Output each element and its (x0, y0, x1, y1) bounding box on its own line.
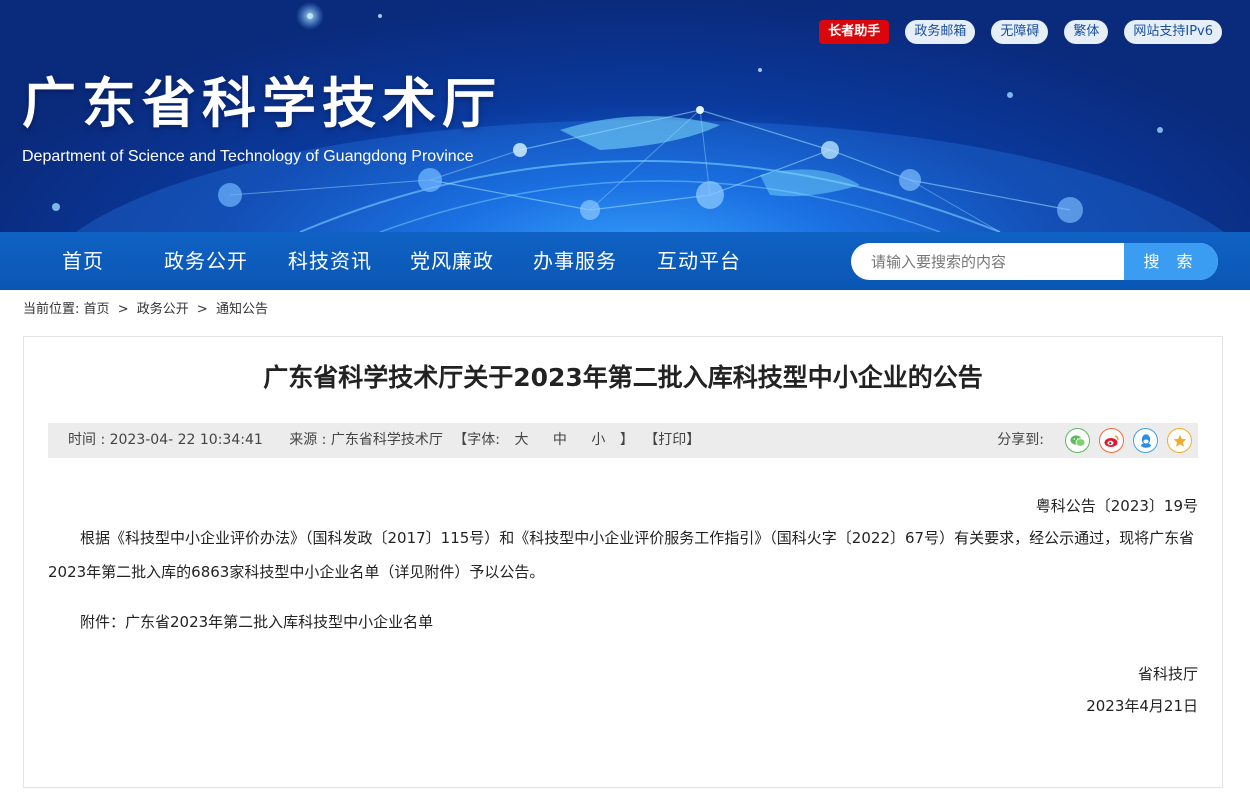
document-number: 粤科公告〔2023〕19号 (1035, 497, 1198, 515)
font-size-large[interactable]: 大 (514, 423, 528, 458)
nav-item-integrity[interactable]: 党风廉政 (410, 232, 494, 290)
accessibility-link[interactable]: 无障碍 (991, 20, 1049, 44)
article-container: 广东省科学技术厅关于2023年第二批入库科技型中小企业的公告 时间 : 2023… (23, 336, 1223, 788)
breadcrumb-home[interactable]: 首页 (84, 300, 110, 320)
font-size-label: 【字体: (453, 432, 501, 448)
issuer-signature: 省科技厅 (1137, 665, 1198, 683)
site-title[interactable]: 广东省科学技术厅 (22, 72, 502, 136)
article-paragraph: 根据《科技型中小企业评价办法》（国科发政〔2017〕115号）和《科技型中小企业… (48, 529, 1195, 581)
search-box: 搜 索 (851, 243, 1218, 280)
traditional-chinese-link[interactable]: 繁体 (1064, 20, 1109, 44)
breadcrumb: 当前位置: 首页 > 政务公开 > 通知公告 (23, 300, 268, 320)
nav-item-interaction[interactable]: 互动平台 (657, 232, 741, 290)
article-title: 广东省科学技术厅关于2023年第二批入库科技型中小企业的公告 (263, 363, 983, 392)
breadcrumb-separator: > (196, 302, 208, 317)
header-banner: 长者助手 政务邮箱 无障碍 繁体 网站支持IPv6 广东省科学技术厅 Depar… (0, 0, 1250, 232)
qq-icon[interactable] (1133, 428, 1158, 453)
search-input[interactable] (851, 243, 1124, 280)
breadcrumb-notices[interactable]: 通知公告 (216, 300, 268, 320)
weibo-icon[interactable] (1099, 428, 1124, 453)
wechat-icon[interactable] (1065, 428, 1090, 453)
nav-item-tech-news[interactable]: 科技资讯 (288, 232, 372, 290)
font-size-close: 】 (619, 432, 634, 448)
favorite-icon[interactable] (1167, 428, 1192, 453)
site-subtitle: Department of Science and Technology of … (22, 148, 474, 165)
font-size-medium[interactable]: 中 (553, 423, 567, 458)
ipv6-support-link[interactable]: 网站支持IPv6 (1124, 20, 1222, 44)
gov-mailbox-link[interactable]: 政务邮箱 (905, 20, 976, 44)
nav-item-home[interactable]: 首页 (62, 232, 104, 290)
breadcrumb-prefix: 当前位置: (23, 302, 80, 317)
breadcrumb-separator: > (117, 302, 129, 317)
print-link[interactable]: 【打印】 (644, 423, 700, 458)
nav-item-services[interactable]: 办事服务 (533, 232, 617, 290)
font-size-small[interactable]: 小 (591, 423, 605, 458)
article-meta-bar: 时间 : 2023-04- 22 10:34:41 来源 : 广东省科学技术厅 … (48, 423, 1198, 458)
breadcrumb-government-affairs[interactable]: 政务公开 (137, 300, 189, 320)
issue-date: 2023年4月21日 (1086, 697, 1198, 715)
top-links: 长者助手 政务邮箱 无障碍 繁体 网站支持IPv6 (819, 20, 1222, 44)
article-attachment[interactable]: 附件：广东省2023年第二批入库科技型中小企业名单 (48, 605, 1198, 639)
article-source: 来源 : 广东省科学技术厅 (289, 432, 443, 448)
share-label: 分享到: (997, 432, 1044, 448)
search-button[interactable]: 搜 索 (1124, 243, 1218, 280)
nav-item-government-affairs[interactable]: 政务公开 (164, 232, 248, 290)
publish-time: 时间 : 2023-04- 22 10:34:41 (68, 432, 263, 448)
elder-helper-link[interactable]: 长者助手 (819, 20, 890, 44)
